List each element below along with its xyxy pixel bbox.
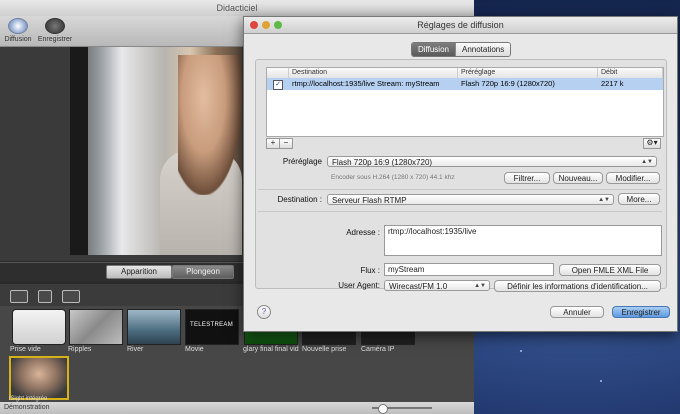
user-agent-popup[interactable]: Wirecast/FM 1.0 ▲▼ [384, 280, 490, 291]
video-person-face [178, 55, 242, 195]
tab-broadcast[interactable]: Diffusion [412, 43, 455, 56]
movie-thumb-text: TELESTREAM [190, 322, 234, 328]
shot-label: Nouvelle prise [302, 346, 347, 353]
destination-label: Destination : [277, 195, 322, 204]
open-fmle-button[interactable]: Open FMLE XML File [559, 264, 661, 276]
shot-label: Prise vide [10, 346, 41, 353]
divider [258, 189, 662, 190]
address-label: Adresse : [346, 228, 380, 237]
zoom-slider-knob[interactable] [378, 404, 388, 414]
dialog-title: Réglages de diffusion [244, 17, 677, 34]
broadcast-icon [8, 18, 28, 34]
new-shot-icon[interactable] [38, 290, 52, 303]
dialog-title-text: Réglages de diffusion [417, 20, 504, 30]
shot-ripples[interactable] [69, 309, 123, 345]
cancel-button[interactable]: Annuler [550, 306, 604, 318]
shot-label: Caméra IP [361, 346, 395, 353]
status-text: Démonstration [4, 404, 50, 411]
remove-destination-button[interactable]: − [279, 138, 293, 149]
status-bar: Démonstration [0, 402, 474, 414]
add-destination-button[interactable]: + [266, 138, 280, 149]
shot-movie[interactable]: TELESTREAM [185, 309, 239, 345]
popup-arrows-icon: ▲▼ [474, 283, 486, 289]
broadcast-button[interactable]: Diffusion [3, 18, 33, 43]
shot-isight[interactable] [9, 356, 69, 400]
shot-river[interactable] [127, 309, 181, 345]
filter-button[interactable]: Filtrer... [504, 172, 550, 184]
table-header-bitrate[interactable]: Débit [598, 68, 663, 78]
shot-label: River [127, 346, 144, 353]
row-bitrate: 2217 k [601, 79, 624, 88]
row-preset: Flash 720p 16:9 (1280x720) [461, 79, 555, 88]
camera-add-icon[interactable] [10, 290, 28, 303]
broadcast-label: Diffusion [4, 36, 32, 43]
shot-label: Ripples [68, 346, 92, 353]
destination-value: Serveur Flash RTMP [332, 196, 407, 205]
row-checkbox[interactable]: ✓ [273, 80, 283, 90]
transition-dive-button[interactable]: Plongeon [172, 265, 234, 279]
transition-appear-button[interactable]: Apparition [106, 265, 172, 279]
stream-input[interactable]: myStream [384, 263, 554, 276]
record-button[interactable]: Enregistrer [36, 18, 74, 43]
save-button[interactable]: Enregistrer [612, 306, 670, 318]
popup-arrows-icon: ▲▼ [598, 197, 610, 203]
preset-label: Préréglage [282, 157, 322, 166]
table-header-preset[interactable]: Préréglage [458, 68, 598, 78]
record-label: Enregistrer [37, 36, 73, 43]
main-window-title: Didacticiel [0, 0, 474, 16]
close-icon[interactable] [250, 21, 258, 29]
shot-label: Movie [185, 346, 204, 353]
stream-label: Flux : [360, 266, 380, 275]
preset-popup[interactable]: Flash 720p 16:9 (1280x720) ▲▼ [327, 156, 657, 167]
row-destination: rtmp://localhost:1935/live Stream: myStr… [292, 79, 440, 88]
new-button[interactable]: Nouveau... [553, 172, 603, 184]
table-header-check [267, 68, 289, 78]
encoder-hint: Encoder sous H.264 (1280 x 720) 44.1 khz [331, 174, 455, 181]
define-credentials-button[interactable]: Définir les informations d'identificatio… [494, 280, 661, 292]
minimize-icon[interactable] [262, 21, 270, 29]
monitor-icon[interactable] [62, 290, 80, 303]
destination-table: Destination Préréglage Débit ✓ rtmp://lo… [266, 67, 664, 137]
video-dark-edge [70, 47, 88, 255]
shot-label: glary final final vid [243, 346, 299, 353]
zoom-icon[interactable] [274, 21, 282, 29]
help-icon[interactable]: ? [257, 305, 271, 319]
divider [258, 211, 662, 212]
destination-popup[interactable]: Serveur Flash RTMP ▲▼ [327, 194, 614, 205]
address-input[interactable]: rtmp://localhost:1935/live [384, 225, 662, 256]
shot-empty[interactable] [12, 309, 66, 345]
tab-segment: Diffusion Annotations [411, 42, 512, 57]
user-agent-label: User Agent: [338, 281, 380, 290]
popup-arrows-icon: ▲▼ [641, 159, 653, 165]
user-agent-value: Wirecast/FM 1.0 [389, 282, 448, 291]
modify-button[interactable]: Modifier... [606, 172, 660, 184]
gear-icon[interactable]: ⚙▾ [643, 138, 661, 149]
broadcast-settings-dialog: Réglages de diffusion Diffusion Annotati… [243, 16, 678, 332]
tab-annotations[interactable]: Annotations [454, 43, 511, 56]
record-icon [45, 18, 65, 34]
table-header-destination[interactable]: Destination [289, 68, 458, 78]
more-button[interactable]: More... [618, 193, 660, 205]
preset-value: Flash 720p 16:9 (1280x720) [332, 158, 433, 167]
